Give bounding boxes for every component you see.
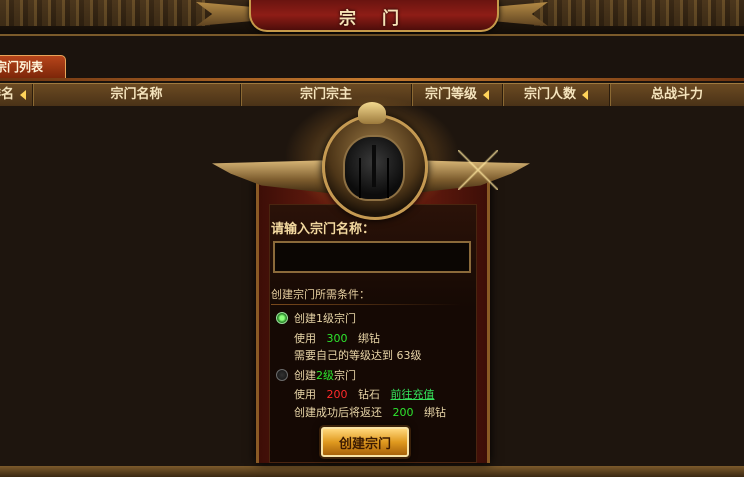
cost-amount: 200 — [326, 388, 348, 401]
cost-unit: 钻石 — [358, 388, 380, 401]
cost-amount: 300 — [326, 332, 348, 345]
column-header-sect-name: 宗门名称 — [33, 84, 241, 106]
option1-requirement: 需要自己的等级达到 63级 — [294, 347, 422, 363]
column-header-sect-members[interactable]: 宗门人数 — [503, 84, 610, 106]
title-plate: 宗 门 — [249, 0, 499, 32]
requirement-level: 63 — [396, 349, 411, 362]
option2-cost: 使用 200 钻石 前往充值 — [294, 386, 435, 402]
column-label: 总战斗力 — [650, 87, 703, 102]
sect-name-input[interactable] — [273, 241, 471, 273]
column-header-rank[interactable]: 排名 — [0, 84, 33, 106]
option2-title: 创建2级宗门 — [294, 367, 356, 383]
window-title: 宗 门 — [339, 9, 409, 29]
requirement-suffix: 级 — [410, 349, 422, 362]
column-label: 宗门人数 — [523, 87, 576, 102]
cost-unit: 绑钻 — [358, 332, 380, 345]
option2-refund: 创建成功后将返还 200 绑钻 — [294, 404, 446, 420]
column-header-total-power: 总战斗力 — [610, 84, 744, 106]
sort-arrow-icon[interactable] — [483, 89, 489, 100]
title-bar-ornament-left — [0, 0, 210, 26]
requirements-title: 创建宗门所需条件： — [271, 288, 370, 301]
refund-unit: 绑钻 — [424, 406, 446, 419]
cost-prefix: 使用 — [294, 388, 316, 401]
helmet-emblem-icon — [322, 114, 428, 220]
title-prefix: 创建 — [294, 369, 316, 382]
tab-underline — [0, 78, 744, 81]
sort-arrow-icon[interactable] — [20, 89, 26, 100]
tab-sect-list[interactable]: 宗门列表 — [0, 55, 66, 79]
refund-amount: 200 — [392, 406, 414, 419]
title-suffix: 宗门 — [334, 369, 356, 382]
lion-crest-icon — [358, 102, 386, 124]
column-label: 排名 — [0, 87, 14, 102]
radio-level1-sect[interactable] — [276, 312, 288, 324]
column-label: 宗门名称 — [110, 87, 163, 102]
title-level: 2级 — [316, 369, 334, 382]
create-sect-button[interactable]: 创建宗门 — [321, 427, 409, 457]
title-bar-ornament-right — [534, 0, 744, 26]
bottom-frame — [0, 466, 744, 477]
radio-level2-sect[interactable] — [276, 369, 288, 381]
option1-cost: 使用 300 绑钻 — [294, 330, 380, 346]
option1-title: 创建1级宗门 — [294, 312, 356, 325]
divider — [271, 304, 461, 305]
recharge-link[interactable]: 前往充值 — [391, 388, 435, 401]
helmet-visor — [343, 135, 405, 201]
window-title-bar: 宗 门 — [0, 0, 744, 36]
refund-prefix: 创建成功后将返还 — [294, 406, 382, 419]
sort-arrow-icon[interactable] — [582, 89, 588, 100]
sect-name-prompt: 请输入宗门名称： — [271, 222, 376, 237]
cost-prefix: 使用 — [294, 332, 316, 345]
requirement-prefix: 需要自己的等级达到 — [294, 349, 393, 362]
sparkle-icon — [458, 150, 498, 190]
